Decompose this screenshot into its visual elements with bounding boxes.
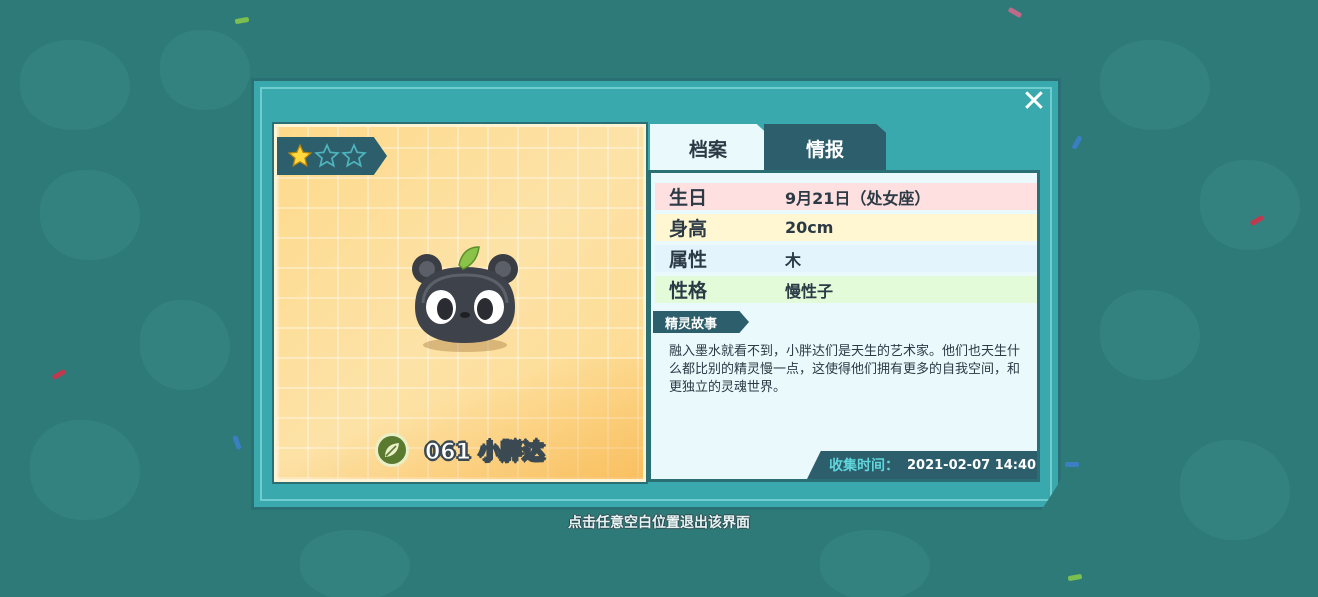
confetti xyxy=(1007,6,1023,19)
bg-silhouette xyxy=(1100,40,1210,130)
profile-card: 生日 9月21日（处女座） 身高 20cm 属性 木 性格 慢性子 精灵故事 融… xyxy=(648,170,1040,482)
height-label: 身高 xyxy=(655,214,721,241)
bg-silhouette xyxy=(20,40,130,130)
profile-row-birthday: 生日 9月21日（处女座） xyxy=(655,181,1037,212)
star-empty-icon xyxy=(314,143,340,168)
personality-value: 慢性子 xyxy=(721,276,1037,303)
confetti xyxy=(1067,573,1083,582)
confetti xyxy=(234,16,250,25)
collect-time-bar: 收集时间： 2021-02-07 14:40 xyxy=(807,451,1037,479)
attribute-value: 木 xyxy=(721,245,1037,272)
bg-silhouette xyxy=(160,30,250,110)
bg-silhouette xyxy=(300,530,410,597)
creature-name-row: 061 小胖达 xyxy=(375,433,545,467)
collect-time-label: 收集时间： xyxy=(829,458,899,474)
birthday-label: 生日 xyxy=(655,183,721,210)
close-button[interactable]: ✕ xyxy=(1020,87,1048,117)
bg-silhouette xyxy=(140,300,230,390)
leaf-icon xyxy=(385,443,399,457)
personality-label: 性格 xyxy=(655,276,721,303)
creature-name: 061 小胖达 xyxy=(425,440,546,466)
bg-silhouette xyxy=(30,420,140,520)
height-value: 20cm xyxy=(721,214,1037,241)
birthday-value: 9月21日（处女座） xyxy=(721,183,1037,210)
bg-silhouette xyxy=(820,530,930,597)
story-tag: 精灵故事 xyxy=(653,311,749,333)
profile-row-height: 身高 20cm xyxy=(655,212,1037,243)
profile-row-attribute: 属性 木 xyxy=(655,243,1037,274)
attribute-label: 属性 xyxy=(655,245,721,272)
profile-row-personality: 性格 慢性子 xyxy=(655,274,1037,305)
profile-table: 生日 9月21日（处女座） 身高 20cm 属性 木 性格 慢性子 xyxy=(655,181,1037,305)
tab-profile[interactable]: 档案 xyxy=(650,124,766,172)
close-icon: ✕ xyxy=(1021,84,1047,119)
confetti xyxy=(1065,462,1079,467)
rarity-stars xyxy=(277,137,387,175)
confetti xyxy=(1071,135,1083,150)
leaf-element-icon xyxy=(375,433,409,467)
bg-silhouette xyxy=(1200,160,1300,250)
bg-silhouette xyxy=(40,170,140,260)
star-filled-icon xyxy=(287,143,313,168)
creature-portrait-card: 061 小胖达 xyxy=(272,122,648,484)
creature-sprite xyxy=(412,246,518,352)
confetti xyxy=(232,435,242,450)
bg-silhouette xyxy=(1100,290,1200,380)
confetti xyxy=(51,368,67,381)
star-empty-icon xyxy=(341,143,367,168)
exit-hint: 点击任意空白位置退出该界面 xyxy=(568,515,750,531)
story-text: 融入墨水就看不到，小胖达们是天生的艺术家。他们也天生什么都比别的精灵慢一点，这使… xyxy=(669,344,1021,395)
tab-intel[interactable]: 情报 xyxy=(764,124,886,172)
collect-time-value: 2021-02-07 14:40 xyxy=(907,457,1037,473)
